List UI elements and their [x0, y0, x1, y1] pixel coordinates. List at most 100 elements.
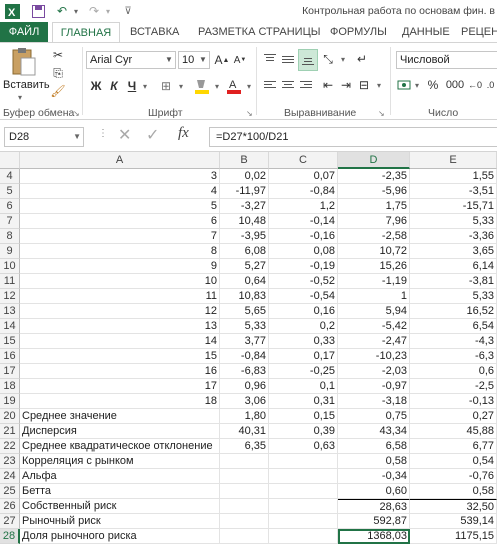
table-cell[interactable]: 0,60: [338, 484, 410, 499]
table-cell[interactable]: 18: [20, 394, 220, 409]
table-cell[interactable]: 6,14: [410, 259, 497, 274]
table-cell[interactable]: -6,83: [220, 364, 269, 379]
format-painter-icon[interactable]: 🖌: [50, 83, 66, 99]
font-color-dropdown-icon[interactable]: ▾: [244, 77, 254, 95]
table-cell[interactable]: 539,14: [410, 514, 497, 529]
shrink-font-icon[interactable]: A ▼: [232, 51, 248, 69]
table-cell[interactable]: 0,58: [338, 454, 410, 469]
select-all-corner[interactable]: [0, 152, 20, 169]
tab-formulas[interactable]: ФОРМУЛЫ: [330, 22, 387, 42]
table-cell[interactable]: 28,63: [338, 499, 410, 514]
table-cell[interactable]: -0,54: [269, 289, 338, 304]
table-cell[interactable]: 0,27: [410, 409, 497, 424]
table-cell[interactable]: 1,2: [269, 199, 338, 214]
table-cell[interactable]: 10,48: [220, 214, 269, 229]
font-name-combo[interactable]: Arial Cyr ▼: [86, 51, 176, 69]
align-center-icon[interactable]: [280, 77, 296, 93]
table-cell[interactable]: 1,75: [338, 199, 410, 214]
table-cell[interactable]: 6,08: [220, 244, 269, 259]
currency-dropdown-icon[interactable]: ▾: [412, 77, 422, 93]
table-cell[interactable]: -2,58: [338, 229, 410, 244]
table-cell[interactable]: 10,83: [220, 289, 269, 304]
table-cell[interactable]: 0,07: [269, 169, 338, 184]
table-cell[interactable]: Собственный риск: [20, 499, 220, 514]
table-cell[interactable]: 0,58: [410, 484, 497, 499]
borders-dropdown-icon[interactable]: ▾: [176, 77, 186, 95]
row-header[interactable]: 27: [0, 514, 20, 529]
orientation-icon[interactable]: ⤡: [320, 51, 336, 67]
table-cell[interactable]: [220, 499, 269, 514]
redo-dropdown-icon[interactable]: ▾: [100, 3, 116, 19]
cancel-icon[interactable]: ✕: [118, 125, 131, 145]
underline-button[interactable]: Ч: [126, 77, 138, 95]
table-cell[interactable]: -3,27: [220, 199, 269, 214]
currency-format-icon[interactable]: [396, 77, 412, 93]
table-cell[interactable]: 7,96: [338, 214, 410, 229]
table-cell[interactable]: -10,23: [338, 349, 410, 364]
table-cell[interactable]: -0,34: [338, 469, 410, 484]
table-cell[interactable]: -2,03: [338, 364, 410, 379]
table-cell[interactable]: 1,55: [410, 169, 497, 184]
table-cell[interactable]: 6: [20, 214, 220, 229]
table-cell[interactable]: -2,47: [338, 334, 410, 349]
table-cell[interactable]: -3,51: [410, 184, 497, 199]
formula-input[interactable]: =D27*100/D21: [209, 127, 497, 147]
table-cell[interactable]: [220, 529, 269, 544]
table-cell[interactable]: Среднее значение: [20, 409, 220, 424]
table-cell[interactable]: 3,65: [410, 244, 497, 259]
tab-data[interactable]: ДАННЫЕ: [402, 22, 450, 42]
row-header[interactable]: 22: [0, 439, 20, 454]
table-cell[interactable]: Альфа: [20, 469, 220, 484]
borders-icon[interactable]: ⊞: [158, 77, 174, 95]
table-cell[interactable]: -0,25: [269, 364, 338, 379]
table-cell[interactable]: 1175,15: [410, 529, 497, 544]
table-cell[interactable]: 5: [20, 199, 220, 214]
table-cell[interactable]: Корреляция с рынком: [20, 454, 220, 469]
table-cell[interactable]: 15,26: [338, 259, 410, 274]
row-header[interactable]: 9: [0, 244, 20, 259]
table-cell[interactable]: 6,58: [338, 439, 410, 454]
increase-decimal-icon[interactable]: ←0: [468, 77, 482, 93]
alignment-launcher-icon[interactable]: ↘: [378, 109, 385, 118]
bold-button[interactable]: Ж: [90, 77, 102, 95]
table-cell[interactable]: -4,3: [410, 334, 497, 349]
number-format-combo[interactable]: Числовой: [396, 51, 497, 69]
cut-icon[interactable]: ✂: [50, 47, 66, 63]
table-cell[interactable]: 17: [20, 379, 220, 394]
table-cell[interactable]: -15,71: [410, 199, 497, 214]
table-cell[interactable]: -5,42: [338, 319, 410, 334]
table-cell[interactable]: 3,77: [220, 334, 269, 349]
table-cell[interactable]: -0,16: [269, 229, 338, 244]
table-cell[interactable]: 5,94: [338, 304, 410, 319]
fill-color-dropdown-icon[interactable]: ▾: [212, 77, 222, 95]
table-cell[interactable]: 0,64: [220, 274, 269, 289]
increase-indent-icon[interactable]: ⇥: [338, 77, 354, 93]
table-cell[interactable]: -0,97: [338, 379, 410, 394]
row-header[interactable]: 20: [0, 409, 20, 424]
table-cell[interactable]: -0,13: [410, 394, 497, 409]
merge-dropdown-icon[interactable]: ▾: [374, 77, 384, 93]
table-cell[interactable]: -0,84: [269, 184, 338, 199]
paste-label[interactable]: Вставить: [3, 79, 50, 91]
row-header[interactable]: 21: [0, 424, 20, 439]
table-cell[interactable]: 0,2: [269, 319, 338, 334]
save-icon[interactable]: [30, 3, 46, 19]
wrap-text-icon[interactable]: ↵: [354, 51, 370, 67]
table-cell[interactable]: 0,15: [269, 409, 338, 424]
decrease-indent-icon[interactable]: ⇤: [320, 77, 336, 93]
table-cell[interactable]: 8: [20, 244, 220, 259]
row-header[interactable]: 18: [0, 379, 20, 394]
fill-color-icon[interactable]: [194, 77, 210, 95]
row-header[interactable]: 7: [0, 214, 20, 229]
table-cell[interactable]: -11,97: [220, 184, 269, 199]
table-cell[interactable]: 40,31: [220, 424, 269, 439]
tab-page-layout[interactable]: РАЗМЕТКА СТРАНИЦЫ: [198, 22, 320, 42]
table-cell[interactable]: 0,39: [269, 424, 338, 439]
table-cell[interactable]: Доля рыночного риска: [20, 529, 220, 544]
table-cell[interactable]: 6,77: [410, 439, 497, 454]
table-cell[interactable]: 0,63: [269, 439, 338, 454]
row-header[interactable]: 25: [0, 484, 20, 499]
table-cell[interactable]: 0,31: [269, 394, 338, 409]
undo-dropdown-icon[interactable]: ▾: [68, 3, 84, 19]
row-header[interactable]: 5: [0, 184, 20, 199]
